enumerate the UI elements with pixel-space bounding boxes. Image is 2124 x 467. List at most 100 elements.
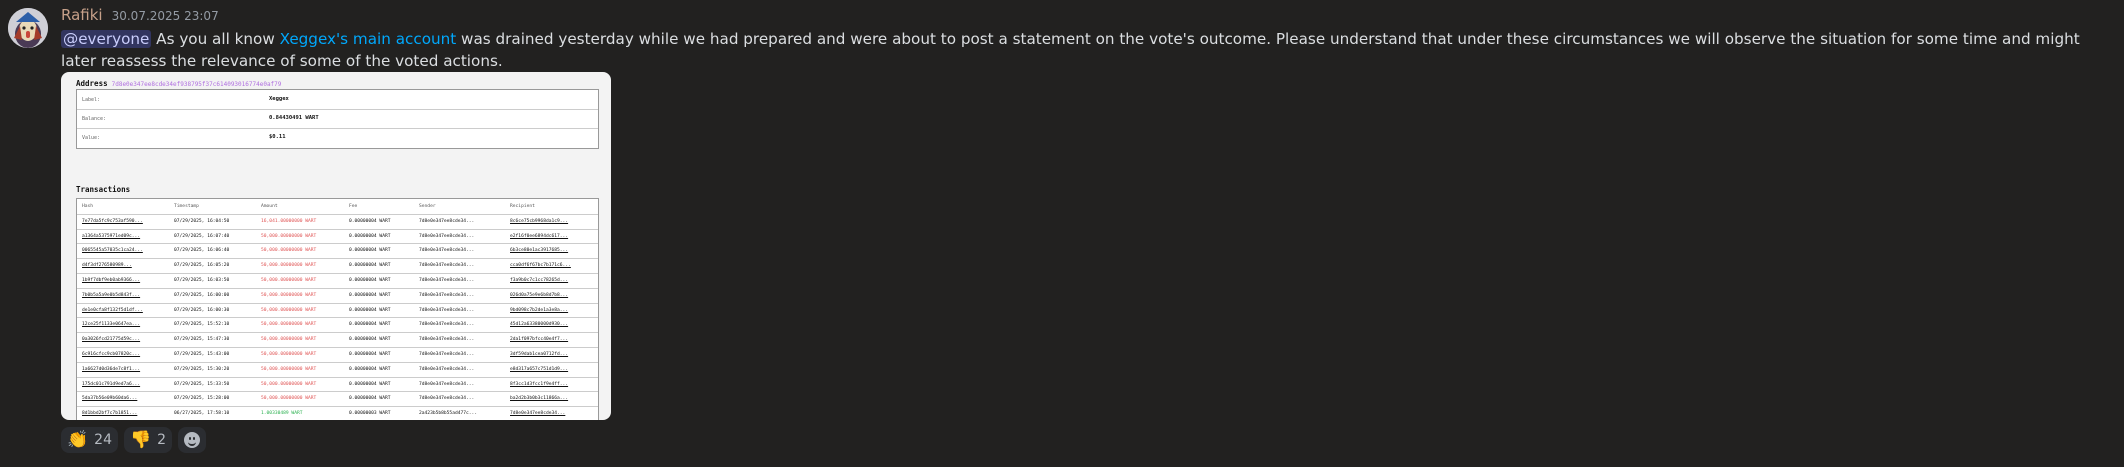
- add-reaction-button[interactable]: [178, 427, 207, 453]
- tx-recipient[interactable]: 8c6ce75cb9968da1c9...: [510, 219, 568, 224]
- table-row: 6c916cfcc9cb07820c... 07/29/2025, 15:43:0…: [77, 347, 598, 363]
- avatar[interactable]: [8, 8, 48, 48]
- address-row-value: 0.84430491 WART: [269, 115, 319, 121]
- address-row-key: Value:: [82, 135, 101, 141]
- tx-sender: 7d8e0e347ee8cde34...: [419, 396, 475, 402]
- tx-hash[interactable]: 5da37b56e09b60da6...: [82, 396, 137, 401]
- table-row: 0a3026fcd21775d59c... 07/29/2025, 15:47:3…: [77, 332, 598, 348]
- tx-hash[interactable]: 8d1bbd2bf7c7b1851...: [82, 411, 137, 416]
- address-title: Address 7d8e0e347ee8cde34ef938795f37c6140…: [76, 79, 282, 88]
- tx-timestamp: 07/29/2025, 16:04:50: [174, 218, 230, 224]
- tx-recipient[interactable]: f3a9b0c7c1cc78265d...: [510, 278, 568, 283]
- message: Rafiki 30.07.2025 23:07 @everyone As you…: [61, 6, 2116, 72]
- reaction-count: 24: [94, 432, 112, 448]
- message-text-1: As you all know: [151, 30, 280, 48]
- tx-recipient[interactable]: ba2d2b3b0b3c11866a...: [510, 396, 568, 401]
- tx-fee: 0.00000004 WART: [349, 322, 391, 328]
- tx-sender: 2a423b5b8b55ad477c...: [419, 411, 478, 417]
- address-row-value: $0.11: [269, 134, 286, 140]
- tx-recipient[interactable]: e8d317a657c751d1d9...: [510, 367, 568, 372]
- tx-recipient[interactable]: cca0df6f67bc7b171c6...: [510, 263, 571, 268]
- tx-hash[interactable]: 1a6627d0d36de7c8f1...: [82, 367, 140, 372]
- tx-fee: 0.00000004 WART: [349, 233, 391, 239]
- tx-amount: 50,000.00000000 WART: [261, 248, 317, 254]
- clap-icon: 👏: [67, 430, 89, 450]
- tx-hash[interactable]: 0a3026fcd21775d59c...: [82, 337, 140, 342]
- address-hash: 7d8e0e347ee8cde34ef938795f37c61409301677…: [111, 81, 282, 88]
- message-header: Rafiki 30.07.2025 23:07: [61, 6, 2116, 26]
- tx-hash[interactable]: 12ce25f1133e0647ea...: [82, 322, 140, 327]
- tx-hash[interactable]: 1b9f7dbf9eb0ab9366...: [82, 278, 140, 283]
- table-header: Hash Timestamp Amount Fee Sender Recipient: [77, 199, 598, 215]
- tx-timestamp: 07/29/2025, 15:33:50: [174, 381, 230, 387]
- tx-sender: 7d8e0e347ee8cde34...: [419, 381, 475, 387]
- column-header: Timestamp: [174, 204, 199, 209]
- tx-amount: 50,000.00000000 WART: [261, 322, 317, 328]
- address-row-key: Label:: [82, 97, 101, 103]
- tx-fee: 0.00000004 WART: [349, 307, 391, 313]
- tx-fee: 0.00000004 WART: [349, 396, 391, 402]
- tx-hash[interactable]: 6c916cfcc9cb07820c...: [82, 352, 140, 357]
- tx-fee: 0.00000003 WART: [349, 411, 391, 417]
- tx-amount: 50,000.00000000 WART: [261, 292, 317, 298]
- tx-fee: 0.00000004 WART: [349, 292, 391, 298]
- tx-recipient[interactable]: 6b3ce80e1ac3917685...: [510, 248, 568, 253]
- column-header: Hash: [82, 204, 94, 209]
- address-row: Value: $0.11: [77, 128, 598, 147]
- table-row: 5da37b56e09b60da6... 07/29/2025, 15:28:00…: [77, 391, 598, 408]
- tx-fee: 0.00000004 WART: [349, 278, 391, 283]
- address-row: Label: Xeggex: [77, 90, 598, 110]
- tx-timestamp: 07/29/2025, 15:47:30: [174, 337, 230, 343]
- tx-hash[interactable]: 7b0b5a5a9e0b5d843f...: [82, 293, 140, 298]
- tx-timestamp: 07/29/2025, 15:28:00: [174, 396, 230, 402]
- tx-sender: 7d8e0e347ee8cde34...: [419, 322, 475, 328]
- tx-hash[interactable]: 7e77da5fc9c753af590...: [82, 219, 143, 224]
- reaction-clap[interactable]: 👏 24: [61, 427, 118, 453]
- tx-amount: 1.00330489 WART: [261, 411, 303, 417]
- column-header: Amount: [261, 204, 278, 209]
- table-row: 175dc01c791d9ed7a6... 07/29/2025, 15:33:5…: [77, 377, 598, 393]
- tx-timestamp: 07/29/2025, 16:06:40: [174, 248, 230, 254]
- tx-hash[interactable]: d4f3df276580989...: [82, 263, 132, 268]
- username[interactable]: Rafiki: [61, 6, 103, 24]
- table-row: d4f3df276580989... 07/29/2025, 16:05:20 50…: [77, 258, 598, 274]
- table-row: 8d1bbd2bf7c7b1851... 06/27/2025, 17:58:10…: [77, 406, 598, 420]
- reaction-count: 2: [157, 432, 167, 448]
- tx-sender: 7d8e0e347ee8cde34...: [419, 233, 475, 239]
- tx-timestamp: 07/29/2025, 15:30:20: [174, 366, 230, 372]
- tx-sender: 7d8e0e347ee8cde34...: [419, 278, 475, 283]
- reaction-thumbs-down[interactable]: 👎 2: [124, 427, 173, 453]
- address-row: Balance: 0.84430491 WART: [77, 109, 598, 129]
- table-row: 1a6627d0d36de7c8f1... 07/29/2025, 15:30:2…: [77, 362, 598, 378]
- tx-recipient[interactable]: 7d8e0e347ee8cde34...: [510, 411, 565, 416]
- tx-sender: 7d8e0e347ee8cde34...: [419, 366, 475, 372]
- tx-amount: 50,000.00000000 WART: [261, 263, 317, 269]
- column-header: Recipient: [510, 204, 535, 209]
- tx-timestamp: 07/29/2025, 16:07:40: [174, 233, 230, 239]
- tx-recipient[interactable]: 8f3cc1d3fcc1f9e4ff...: [510, 382, 568, 387]
- tx-hash[interactable]: 0065545a57035c1ca24...: [82, 248, 143, 253]
- tx-amount: 50,000.00000000 WART: [261, 307, 317, 313]
- tx-recipient[interactable]: 2da1f097bfcc40e4f7...: [510, 337, 568, 342]
- table-row: 1b9f7dbf9eb0ab9366... 07/29/2025, 16:03:5…: [77, 273, 598, 289]
- tx-recipient[interactable]: 9bd098c7b2de1a3e8a...: [510, 308, 568, 313]
- tx-sender: 7d8e0e347ee8cde34...: [419, 337, 475, 343]
- message-body: @everyone As you all know Xeggex's main …: [61, 28, 2116, 72]
- tx-fee: 0.00000004 WART: [349, 352, 391, 357]
- tx-recipient[interactable]: 45d12a63380000d930...: [510, 322, 568, 327]
- tx-recipient[interactable]: 3df59dab1cea0712fd...: [510, 352, 568, 357]
- column-header: Sender: [419, 204, 436, 209]
- account-link[interactable]: Xeggex's main account: [280, 30, 457, 48]
- tx-sender: 7d8e0e347ee8cde34...: [419, 263, 475, 269]
- tx-hash[interactable]: de1e0cfa8f132f5d1df...: [82, 308, 143, 313]
- tx-recipient[interactable]: 026d0a75e9e6b8d7b8...: [510, 293, 568, 298]
- image-attachment[interactable]: Address 7d8e0e347ee8cde34ef938795f37c6140…: [61, 72, 611, 420]
- tx-recipient[interactable]: e2f16f0ee6894dc617...: [510, 234, 568, 239]
- mention-everyone[interactable]: @everyone: [61, 30, 152, 48]
- tx-hash[interactable]: a1364a5375971ed09c...: [82, 234, 140, 239]
- reactions-bar: 👏 24 👎 2: [61, 427, 207, 453]
- tx-hash[interactable]: 175dc01c791d9ed7a6...: [82, 382, 140, 387]
- tx-fee: 0.00000004 WART: [349, 263, 391, 269]
- table-row: 7b0b5a5a9e0b5d843f... 07/29/2025, 16:00:0…: [77, 288, 598, 304]
- table-row: 7e77da5fc9c753af590... 07/29/2025, 16:04:…: [77, 214, 598, 230]
